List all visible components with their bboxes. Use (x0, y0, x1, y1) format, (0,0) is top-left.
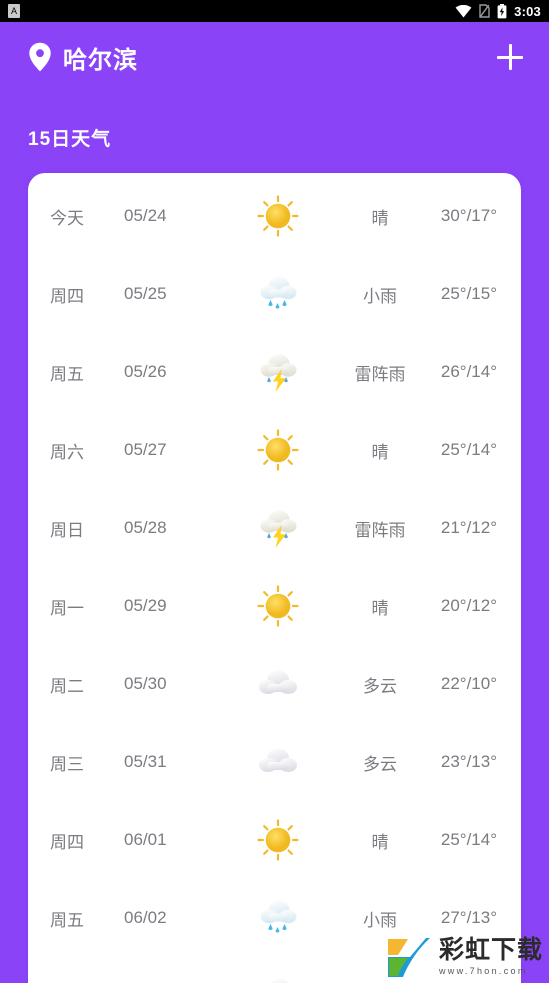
thunderstorm-icon (224, 505, 332, 551)
forecast-day: 周日 (50, 520, 84, 540)
no-sim-icon (479, 4, 490, 18)
sun-icon (224, 583, 332, 629)
forecast-condition: 小雨 (363, 910, 397, 930)
forecast-day: 周四 (50, 832, 84, 852)
forecast-condition: 多云 (363, 754, 397, 774)
forecast-condition: 晴 (371, 598, 389, 618)
rain-cloud-icon (224, 271, 332, 317)
app-body: 哈尔滨 15日天气 今天 05/24 晴 30°/17° 周四 05/25 小雨 25°/15… (0, 22, 549, 983)
forecast-day: 周三 (50, 754, 84, 774)
forecast-row[interactable]: 周六06/03小雨 (28, 957, 521, 983)
forecast-temperature: 25°/14° (440, 440, 497, 459)
forecast-day: 周一 (50, 598, 84, 618)
cloudy-icon (224, 661, 332, 707)
rain-cloud-icon (224, 895, 332, 941)
forecast-condition: 晴 (371, 832, 389, 852)
forecast-date: 05/28 (124, 518, 167, 537)
forecast-temperature: 30°/17° (440, 206, 497, 225)
forecast-row[interactable]: 周四 06/01 晴 25°/14° (28, 801, 521, 879)
sun-icon (224, 193, 332, 239)
forecast-temperature: 21°/12° (440, 518, 497, 537)
status-bar-left: A (8, 4, 20, 18)
forecast-date: 05/31 (124, 752, 167, 771)
forecast-date: 06/02 (124, 908, 167, 927)
forecast-row[interactable]: 周二 05/30 多云 22°/10° (28, 645, 521, 723)
forecast-row[interactable]: 周三 05/31 多云 23°/13° (28, 723, 521, 801)
forecast-temperature: 20°/12° (440, 596, 497, 615)
forecast-row[interactable]: 周五 05/26 雷阵雨 26°/14° (28, 333, 521, 411)
forecast-date: 05/25 (124, 284, 167, 303)
forecast-temperature: 23°/13° (440, 752, 497, 771)
location-display[interactable]: 哈尔滨 (28, 40, 138, 75)
location-pin-icon (28, 42, 52, 72)
forecast-temperature: 22°/10° (440, 674, 497, 693)
forecast-row[interactable]: 周六 05/27 晴 25°/14° (28, 411, 521, 489)
forecast-date: 05/30 (124, 674, 167, 693)
forecast-list: 今天 05/24 晴 30°/17° 周四 05/25 小雨 25°/15° 周五 05/26 雷阵… (28, 173, 521, 983)
forecast-date: 05/29 (124, 596, 167, 615)
forecast-date: 05/27 (124, 440, 167, 459)
forecast-condition: 晴 (371, 208, 389, 228)
forecast-day: 周四 (50, 286, 84, 306)
app-header: 哈尔滨 (0, 22, 549, 92)
forecast-temperature: 26°/14° (440, 362, 497, 381)
forecast-temperature: 27°/13° (440, 908, 497, 927)
forecast-date: 06/01 (124, 830, 167, 849)
forecast-condition: 晴 (371, 442, 389, 462)
wifi-icon (455, 4, 472, 18)
forecast-row[interactable]: 周五 06/02 小雨 27°/13° (28, 879, 521, 957)
status-bar-right: 3:03 (455, 3, 541, 19)
forecast-row[interactable]: 周日 05/28 雷阵雨 21°/12° (28, 489, 521, 567)
forecast-temperature: 25°/14° (440, 830, 497, 849)
sun-icon (224, 817, 332, 863)
forecast-date: 05/24 (124, 206, 167, 225)
status-bar-clock: 3:03 (514, 3, 541, 19)
forecast-temperature: 25°/15° (440, 284, 497, 303)
city-name: 哈尔滨 (63, 46, 138, 74)
forecast-row[interactable]: 周一 05/29 晴 20°/12° (28, 567, 521, 645)
app-notification-icon: A (8, 4, 20, 18)
forecast-day: 周五 (50, 910, 84, 930)
section-title: 15日天气 (28, 129, 112, 150)
status-bar: A 3:03 (0, 0, 549, 22)
cloudy-icon (224, 739, 332, 785)
weather-app-screen: A 3:03 哈尔滨 15日天气 今天 05/24 晴 30°/17° 周四 0… (0, 0, 549, 983)
sun-icon (224, 427, 332, 473)
forecast-condition: 小雨 (363, 286, 397, 306)
forecast-condition: 雷阵雨 (354, 364, 406, 384)
battery-charging-icon (497, 3, 507, 19)
forecast-day: 周二 (50, 676, 84, 696)
forecast-day: 周六 (50, 442, 84, 462)
forecast-condition: 多云 (363, 676, 397, 696)
add-city-button[interactable] (493, 40, 527, 74)
forecast-date: 05/26 (124, 362, 167, 381)
forecast-card: 今天 05/24 晴 30°/17° 周四 05/25 小雨 25°/15° 周五 05/26 雷阵… (28, 173, 521, 983)
forecast-row[interactable]: 周四 05/25 小雨 25°/15° (28, 255, 521, 333)
forecast-condition: 雷阵雨 (354, 520, 406, 540)
rain-cloud-icon (224, 973, 332, 983)
forecast-day: 今天 (50, 208, 84, 228)
forecast-day: 周五 (50, 364, 84, 384)
thunderstorm-icon (224, 349, 332, 395)
forecast-row[interactable]: 今天 05/24 晴 30°/17° (28, 177, 521, 255)
